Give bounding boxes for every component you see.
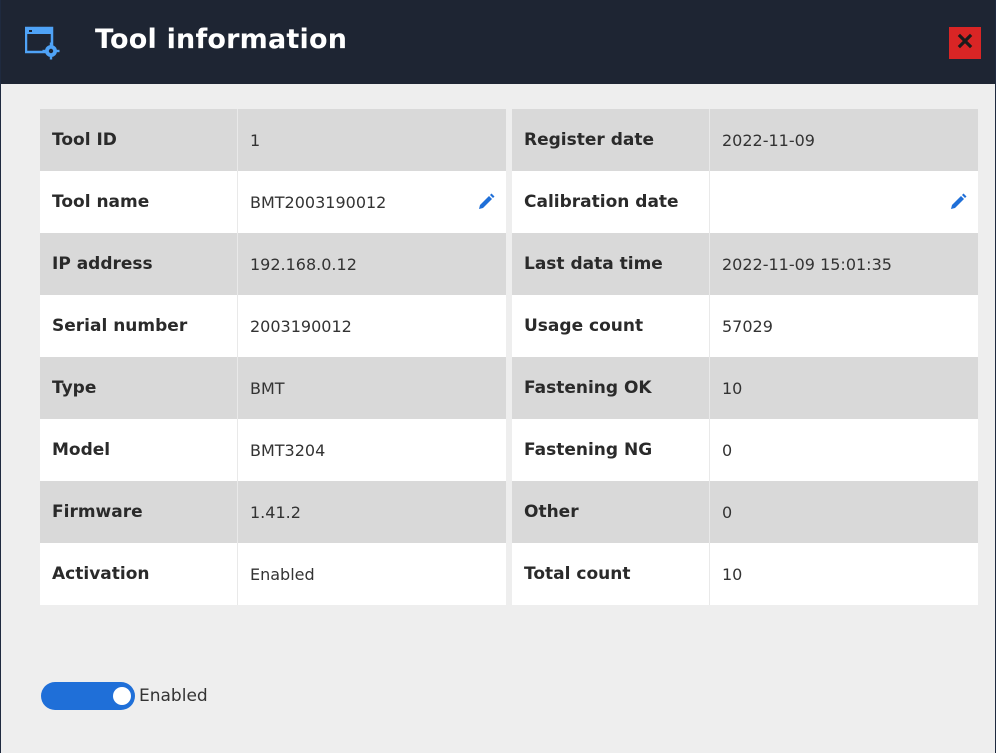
table-row: Register date 2022-11-09 — [512, 109, 978, 171]
activation-toggle-group: Enabled — [41, 682, 208, 710]
tool-properties-table: Tool ID 1 Tool name BMT2003190012 IP address… — [40, 109, 506, 605]
field-value-cell: 1.41.2 — [238, 481, 506, 543]
table-row: Last data time 2022-11-09 15:01:35 — [512, 233, 978, 295]
field-value-cell: 10 — [710, 543, 978, 605]
field-value-cell[interactable]: BMT2003190012 — [238, 171, 506, 233]
field-value-cell: 1 — [238, 109, 506, 171]
field-label: Model — [40, 419, 238, 481]
field-value: 2022-11-09 15:01:35 — [722, 254, 892, 274]
field-value: Enabled — [250, 564, 315, 584]
field-label: IP address — [40, 233, 238, 295]
field-value: 0 — [722, 440, 733, 460]
table-row: Usage count 57029 — [512, 295, 978, 357]
table-row: Fastening NG 0 — [512, 419, 978, 481]
field-label: Last data time — [512, 233, 710, 295]
tool-statistics-table: Register date 2022-11-09 Calibration date L… — [512, 109, 978, 605]
field-value: 57029 — [722, 316, 773, 336]
field-value-cell[interactable] — [710, 171, 978, 233]
title-bar: Tool information — [1, 0, 995, 84]
table-row: Firmware 1.41.2 — [40, 481, 506, 543]
field-value: 10 — [722, 564, 743, 584]
field-label: Firmware — [40, 481, 238, 543]
field-value-cell: 57029 — [710, 295, 978, 357]
table-row: Fastening OK 10 — [512, 357, 978, 419]
table-row: Calibration date — [512, 171, 978, 233]
field-value-cell: 0 — [710, 419, 978, 481]
field-label: Other — [512, 481, 710, 543]
field-label: Activation — [40, 543, 238, 605]
field-value-cell: 2003190012 — [238, 295, 506, 357]
close-icon — [957, 33, 973, 53]
window-title: Tool information — [95, 24, 348, 55]
field-value-cell: BMT — [238, 357, 506, 419]
field-value: 192.168.0.12 — [250, 254, 357, 274]
field-value: 0 — [722, 502, 733, 522]
field-value-cell: 10 — [710, 357, 978, 419]
edit-pencil-icon[interactable] — [476, 192, 496, 212]
field-value: 1 — [250, 130, 261, 150]
field-value: 2003190012 — [250, 316, 352, 336]
field-label: Calibration date — [512, 171, 710, 233]
table-row: Other 0 — [512, 481, 978, 543]
field-value-cell: 2022-11-09 15:01:35 — [710, 233, 978, 295]
table-row: Serial number 2003190012 — [40, 295, 506, 357]
table-row: IP address 192.168.0.12 — [40, 233, 506, 295]
field-value: BMT3204 — [250, 440, 326, 460]
field-value-cell: 2022-11-09 — [710, 109, 978, 171]
field-value-cell: BMT3204 — [238, 419, 506, 481]
field-value: BMT2003190012 — [250, 192, 387, 212]
field-label: Usage count — [512, 295, 710, 357]
activation-toggle[interactable] — [41, 682, 135, 710]
table-row: Total count 10 — [512, 543, 978, 605]
table-row: Tool name BMT2003190012 — [40, 171, 506, 233]
field-value-cell: 0 — [710, 481, 978, 543]
field-label: Tool name — [40, 171, 238, 233]
window-settings-icon — [24, 26, 61, 60]
field-value: 10 — [722, 378, 743, 398]
field-value: BMT — [250, 378, 285, 398]
field-label: Register date — [512, 109, 710, 171]
table-row: Activation Enabled — [40, 543, 506, 605]
edit-pencil-icon[interactable] — [948, 192, 968, 212]
field-value: 2022-11-09 — [722, 130, 815, 150]
field-label: Fastening NG — [512, 419, 710, 481]
close-button[interactable] — [949, 27, 981, 59]
field-label: Tool ID — [40, 109, 238, 171]
field-value-cell: Enabled — [238, 543, 506, 605]
table-row: Tool ID 1 — [40, 109, 506, 171]
tool-info-content: Tool ID 1 Tool name BMT2003190012 IP address… — [40, 109, 978, 605]
table-row: Model BMT3204 — [40, 419, 506, 481]
tool-information-dialog: Tool information Tool ID 1 Tool name BMT200… — [0, 0, 996, 753]
field-label: Fastening OK — [512, 357, 710, 419]
field-value-cell: 192.168.0.12 — [238, 233, 506, 295]
field-label: Type — [40, 357, 238, 419]
field-label: Serial number — [40, 295, 238, 357]
activation-toggle-label: Enabled — [139, 686, 208, 706]
field-value: 1.41.2 — [250, 502, 301, 522]
field-label: Total count — [512, 543, 710, 605]
toggle-knob — [113, 687, 131, 705]
table-row: Type BMT — [40, 357, 506, 419]
